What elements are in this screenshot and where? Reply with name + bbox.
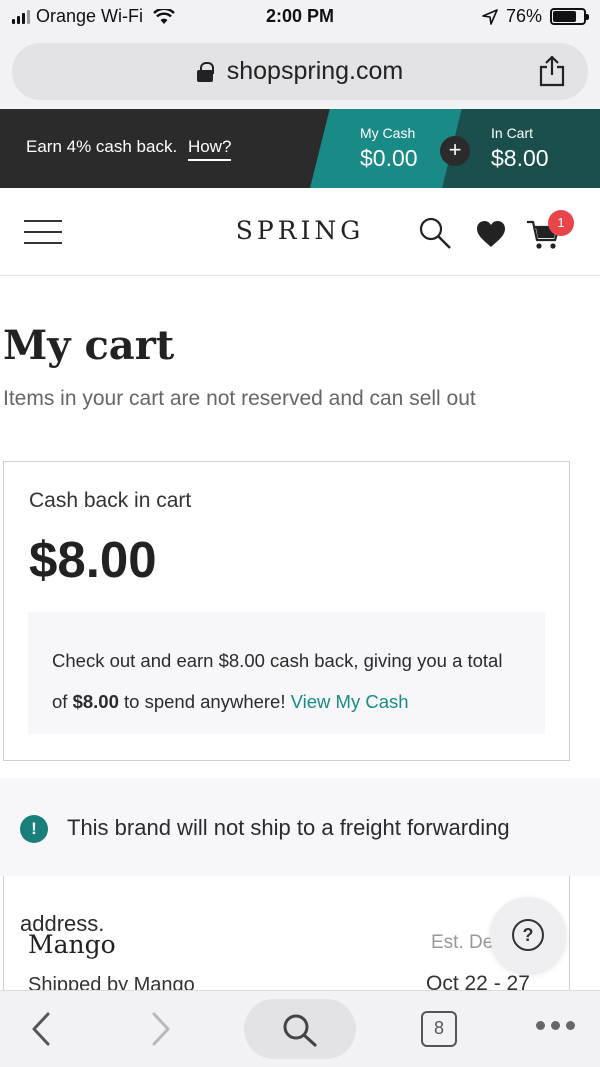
notice-text: This brand will not ship to a freight fo… [67,815,510,840]
info-alert-icon: ! [20,815,48,843]
tabs-button[interactable]: 8 [421,1011,457,1047]
page-title: My cart [3,322,175,369]
status-bar: Orange Wi-Fi 2:00 PM 76% [0,0,600,34]
cash-back-amount: $8.00 [29,531,157,588]
in-cart-value: $8.00 [491,145,549,171]
my-cash-block: My Cash $0.00 [360,125,418,172]
heart-icon[interactable] [476,220,506,248]
est-delivery-label: Est. De [431,932,494,953]
help-button[interactable]: ? [490,897,566,973]
promo-text: Earn 4% cash back. How? [26,137,232,161]
more-icon[interactable] [536,1021,575,1030]
url-bar[interactable]: shopspring.com [12,43,588,100]
site-header: SPRING [0,188,600,276]
forward-icon[interactable] [146,1011,174,1047]
help-icon: ? [512,919,544,951]
lock-icon [196,61,214,82]
search-icon [283,1014,317,1047]
my-cash-value: $0.00 [360,145,418,171]
cash-back-label: Cash back in cart [29,489,192,512]
search-icon[interactable] [418,216,452,250]
browser-toolbar: 8 [0,990,600,1067]
cash-back-card: Cash back in cart $8.00 Check out and ea… [3,461,570,761]
browser-url-area: shopspring.com [0,34,600,109]
spring-logo[interactable]: SPRING [0,216,600,245]
battery-fill [553,11,576,22]
share-icon[interactable] [538,55,566,87]
plus-icon: + [440,136,470,166]
url-text: shopspring.com [226,57,404,85]
battery-percent: 76% [505,6,542,26]
view-my-cash-link[interactable]: View My Cash [291,691,409,712]
in-cart-block: In Cart $8.00 [491,125,549,172]
how-link[interactable]: How? [187,137,232,161]
toolbar-search-button[interactable] [244,999,356,1059]
status-right: 76% [482,6,589,27]
my-cash-label: My Cash [360,125,416,141]
cart-count-badge: 1 [548,210,574,236]
cash-back-banner: Earn 4% cash back. How? My Cash $0.00 In… [0,109,600,188]
info-total: $8.00 [72,691,119,712]
location-arrow-icon [482,8,498,25]
in-cart-label: In Cart [491,125,534,141]
brand-name[interactable]: Mango [28,930,116,959]
back-icon[interactable] [28,1011,56,1047]
cash-back-info: Check out and earn $8.00 cash back, givi… [28,612,545,734]
page-subtitle: Items in your cart are not reserved and … [3,387,476,410]
battery-icon [550,8,589,25]
info-text-end: to spend anywhere! [118,691,291,712]
promo-message: Earn 4% cash back. [26,137,178,156]
